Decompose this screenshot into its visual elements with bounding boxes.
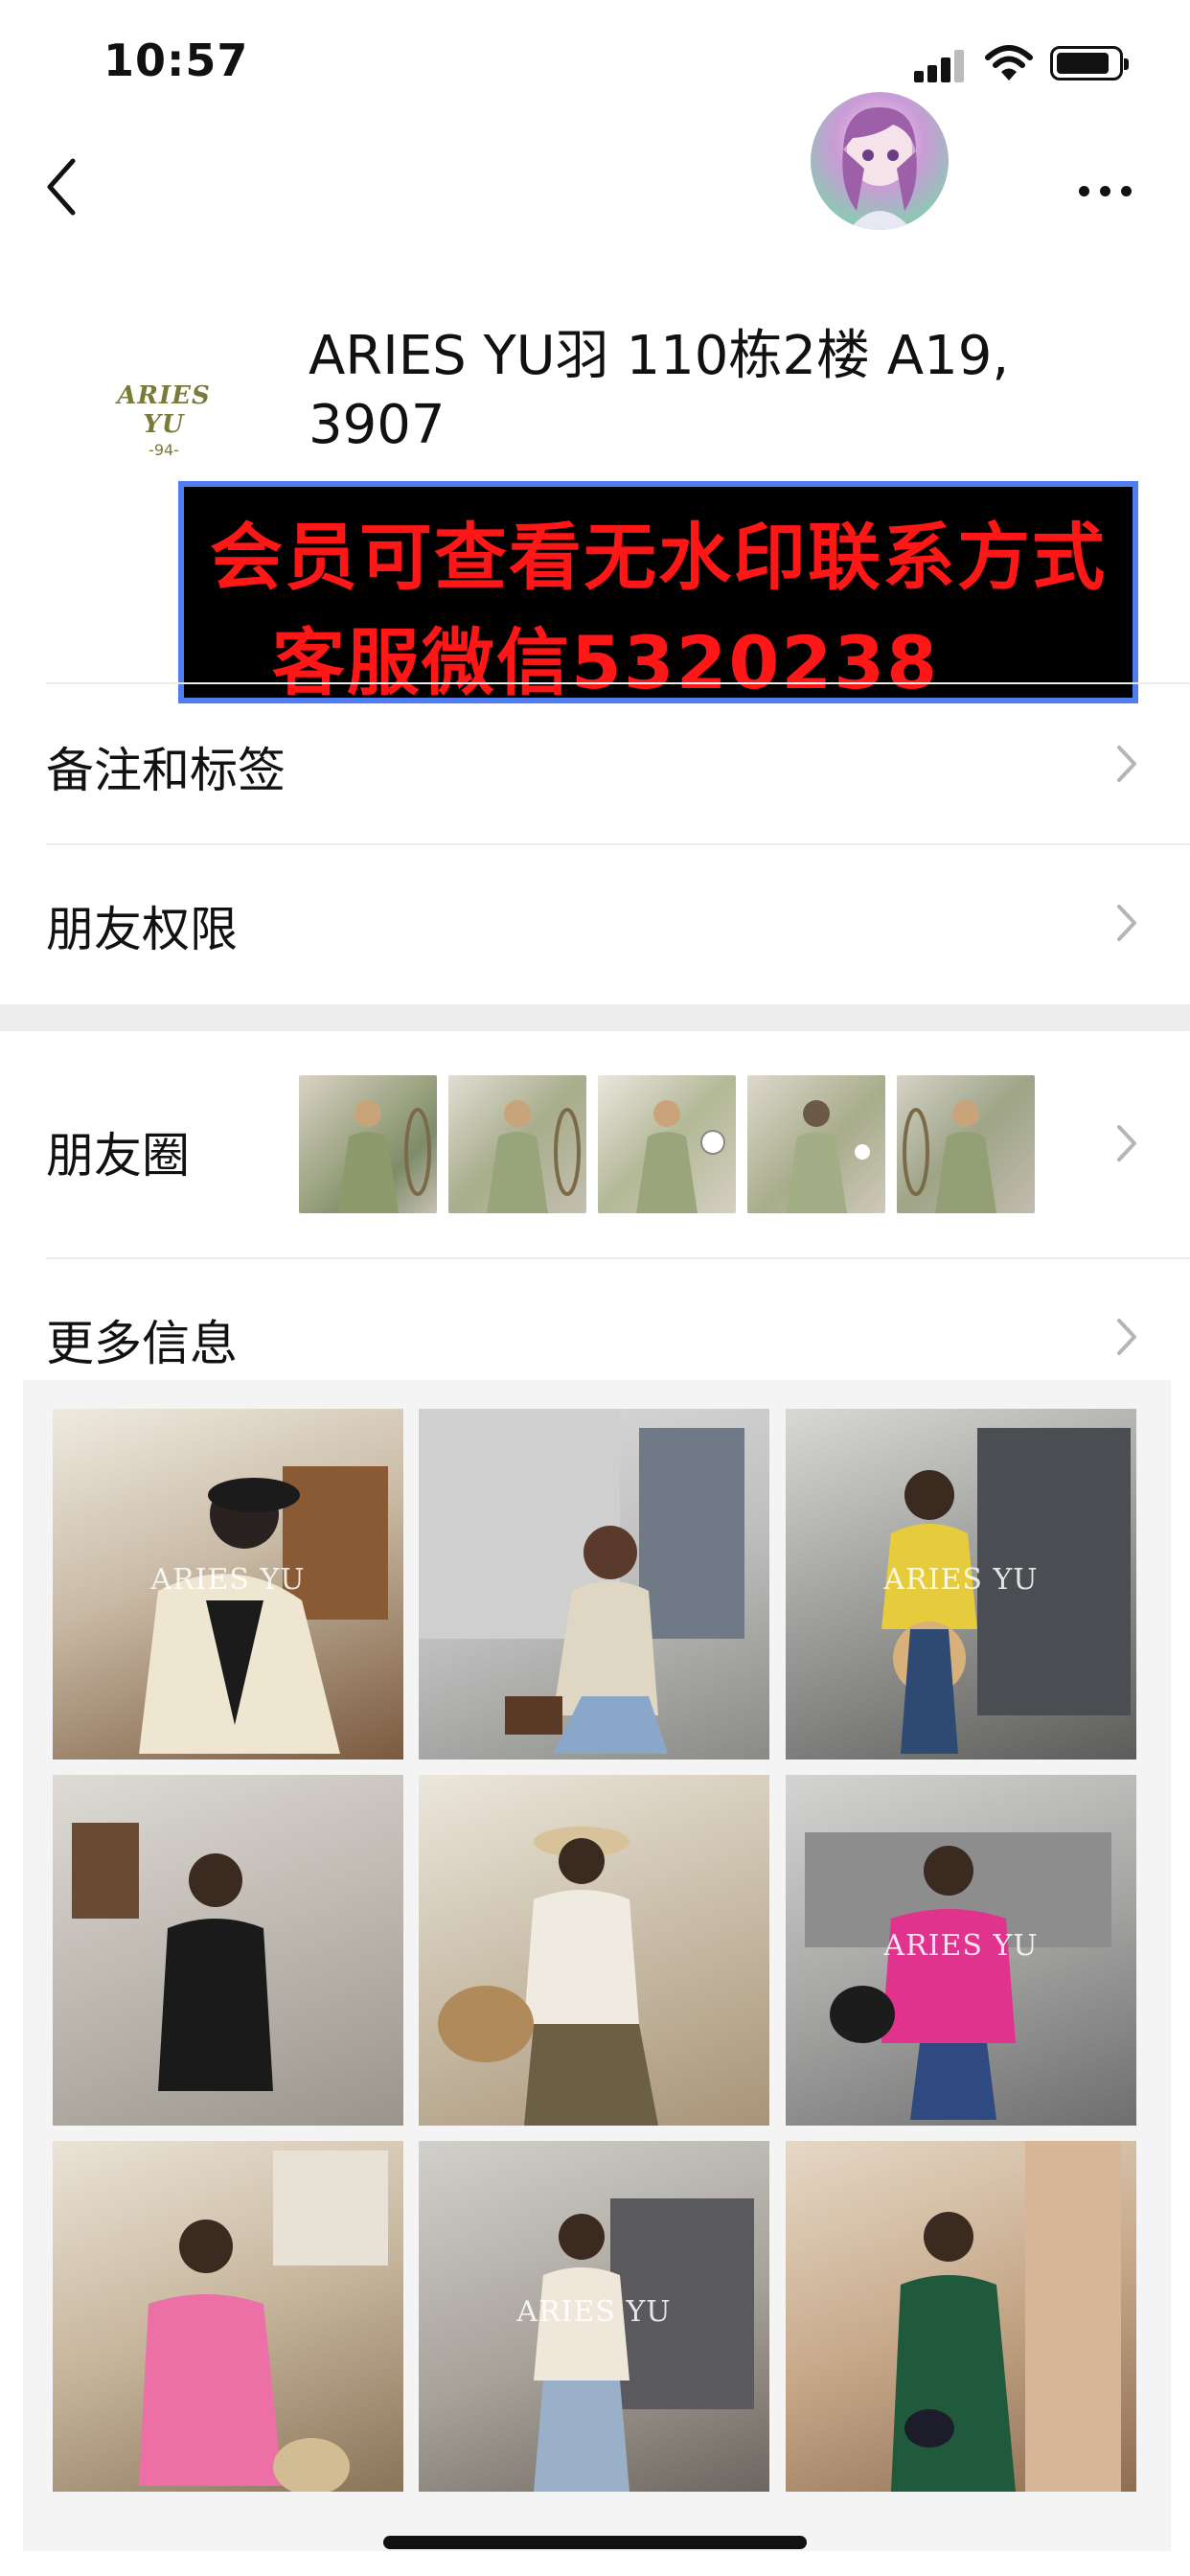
divider — [46, 682, 1190, 684]
photo-thumbnail[interactable]: ARIES YU — [786, 1409, 1136, 1760]
chevron-right-icon — [1117, 1125, 1136, 1162]
photo-watermark: ARIES YU — [150, 1563, 306, 1598]
moments-thumbnail — [747, 1075, 885, 1213]
photo-watermark: ARIES YU — [516, 2295, 672, 2330]
photo-grid-overlay: ARIES YU ARIES YU ARIES YU ARIES YU — [23, 1380, 1171, 2551]
photo-thumbnail[interactable]: ARIES YU — [786, 1775, 1136, 2126]
row-permissions-label: 朋友权限 — [46, 902, 238, 957]
more-options-button[interactable] — [1077, 172, 1134, 211]
photo-thumbnail[interactable]: ARIES YU — [419, 2141, 769, 2492]
moments-thumbnail — [897, 1075, 1035, 1213]
moments-thumbnail — [299, 1075, 437, 1213]
home-indicator[interactable] — [383, 2536, 807, 2549]
photo-thumbnail[interactable] — [419, 1775, 769, 2126]
photo-thumbnail[interactable] — [786, 2141, 1136, 2492]
wifi-icon — [985, 44, 1033, 82]
photo-thumbnail[interactable] — [419, 1409, 769, 1760]
battery-icon — [1050, 46, 1129, 80]
row-permissions[interactable]: 朋友权限 — [0, 845, 1190, 1002]
contact-name-line2: 3907 — [309, 394, 446, 456]
back-button[interactable] — [38, 153, 86, 220]
photo-watermark: ARIES YU — [883, 1563, 1039, 1598]
chevron-left-icon — [47, 158, 76, 216]
contact-name-line1: ARIES YU羽 110栋2楼 A19, — [309, 325, 1010, 387]
photo-thumbnail[interactable]: ARIES YU — [53, 1409, 403, 1760]
logo-subtext: -94- — [149, 441, 179, 459]
photo-thumbnail[interactable] — [53, 1775, 403, 2126]
row-more-info[interactable]: 更多信息 — [0, 1259, 1190, 1384]
banner-line1: 会员可查看无水印联系方式 — [210, 515, 1107, 600]
chevron-right-icon — [1117, 905, 1136, 941]
row-remarks-label: 备注和标签 — [46, 743, 286, 798]
photo-watermark: ARIES YU — [883, 1929, 1039, 1964]
logo-text: ARIES YU — [117, 381, 211, 439]
avatar[interactable] — [811, 92, 949, 230]
row-remarks[interactable]: 备注和标签 — [0, 686, 1190, 845]
row-moments[interactable]: 朋友圈 — [0, 1031, 1190, 1257]
chevron-right-icon — [1117, 1319, 1136, 1355]
contact-name: ARIES YU羽 110栋2楼 A19, 3907 — [309, 322, 1094, 460]
moments-thumbnail — [598, 1075, 736, 1213]
status-time: 10:57 — [103, 34, 249, 86]
cellular-signal-icon — [914, 50, 968, 82]
shop-logo: ARIES YU -94- — [92, 381, 236, 468]
section-gap — [0, 1004, 1190, 1031]
photo-thumbnail[interactable] — [53, 2141, 403, 2492]
row-moments-label: 朋友圈 — [46, 1128, 190, 1184]
moments-thumbnail — [448, 1075, 586, 1213]
chevron-right-icon — [1117, 746, 1136, 782]
row-more-info-label: 更多信息 — [46, 1316, 238, 1371]
